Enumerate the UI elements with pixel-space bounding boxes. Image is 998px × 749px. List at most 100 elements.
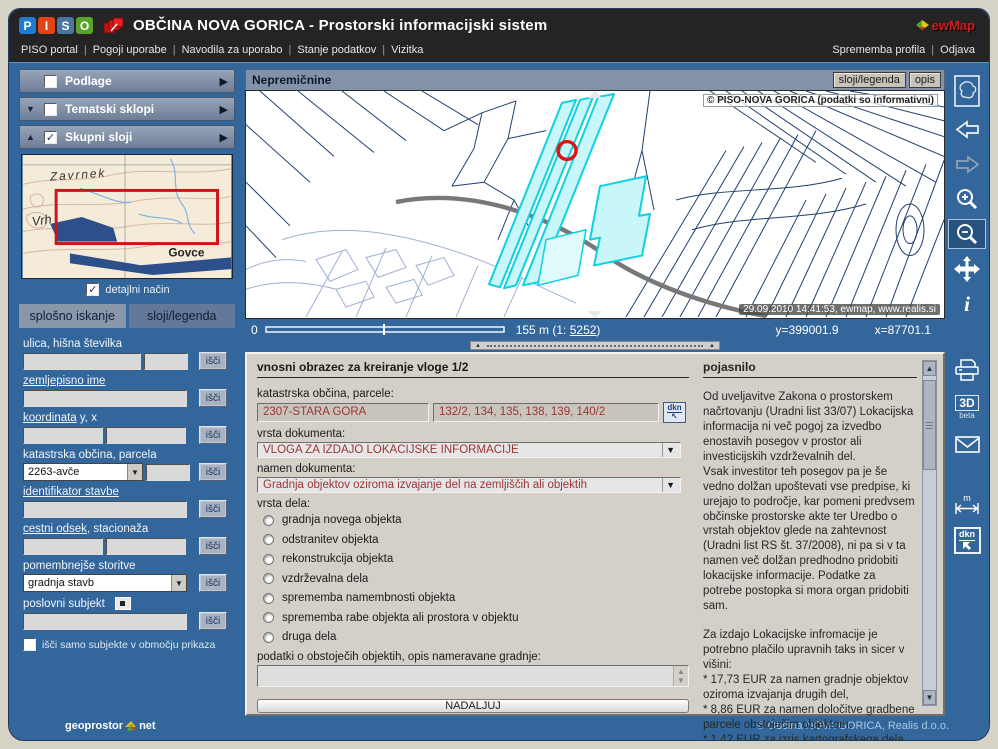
- radio-option-other-works[interactable]: druga dela: [263, 631, 689, 643]
- panel-tematski-sklopi[interactable]: ▼ Tematski sklopi ▶: [19, 97, 235, 121]
- geo-name-input[interactable]: [23, 390, 187, 407]
- services-select[interactable]: gradnja stavb ▼: [23, 574, 187, 592]
- area-only-checkbox[interactable]: [23, 638, 36, 651]
- overview-minimap[interactable]: Zavrnek Vrh Govce: [21, 154, 233, 279]
- zoom-out-tool[interactable]: [948, 219, 986, 249]
- radio-option-removal[interactable]: odstranitev objekta: [263, 534, 689, 546]
- back-tool[interactable]: [948, 114, 986, 144]
- details-textarea[interactable]: ▲ ▼: [257, 665, 689, 687]
- panel-podlage[interactable]: Podlage ▶: [19, 69, 235, 93]
- menu-piso-portal[interactable]: PISO portal: [21, 44, 78, 56]
- selected-parcels-highlight[interactable]: [489, 94, 650, 288]
- business-input[interactable]: [23, 613, 187, 630]
- explanation-scrollbar[interactable]: ▲ ▼: [922, 360, 937, 706]
- dropdown-arrow-icon[interactable]: ▼: [127, 464, 142, 480]
- map-collapse-top-handle[interactable]: [588, 91, 602, 98]
- doc-type-select[interactable]: VLOGA ZA IZDAJO LOKACIJSKE INFORMACIJE ▼: [257, 442, 681, 458]
- podlage-checkbox[interactable]: [44, 75, 57, 88]
- pan-tool[interactable]: [948, 254, 986, 284]
- radio-icon[interactable]: [263, 632, 274, 643]
- chevron-right-icon[interactable]: ▶: [220, 103, 228, 116]
- menu-stanje-podatkov[interactable]: Stanje podatkov: [297, 44, 376, 56]
- map-viewport[interactable]: © PISO-NOVA GORICA (podatki so informati…: [245, 90, 945, 319]
- cadastral-municipality-field[interactable]: 2307-STARA GORA: [257, 403, 429, 422]
- mail-tool[interactable]: [948, 429, 986, 459]
- search-cadastral-button[interactable]: išči: [199, 463, 227, 481]
- radio-option-new-build[interactable]: gradnja novega objekta: [263, 514, 689, 526]
- info-tool[interactable]: i: [948, 289, 986, 319]
- search-services-button[interactable]: išči: [199, 574, 227, 592]
- stationing-input[interactable]: [106, 538, 186, 555]
- dkn-tool[interactable]: dkn: [948, 524, 986, 556]
- scale-ratio-link[interactable]: 5252: [570, 323, 597, 337]
- map-collapse-bottom-handle[interactable]: [588, 311, 602, 318]
- collapse-up-icon[interactable]: ▲: [26, 132, 44, 142]
- skupni-sloji-checkbox[interactable]: [44, 131, 57, 144]
- menu-odjava[interactable]: Odjava: [940, 44, 975, 56]
- house-number-input[interactable]: [144, 353, 188, 370]
- cadastral-municipality-select[interactable]: 2263-avče ▼: [23, 463, 143, 481]
- radio-icon[interactable]: [263, 573, 274, 584]
- dropdown-arrow-icon[interactable]: ▼: [662, 478, 678, 492]
- parcels-field[interactable]: 132/2, 134, 135, 138, 139, 140/2: [433, 403, 659, 422]
- forward-tool[interactable]: [948, 149, 986, 179]
- business-info-icon[interactable]: [115, 597, 131, 610]
- zoom-in-tool[interactable]: [948, 184, 986, 214]
- panel-skupni-sloji[interactable]: ▲ Skupni sloji ▶: [19, 125, 235, 149]
- scroll-down-icon[interactable]: ▼: [923, 690, 936, 705]
- collapse-down-icon[interactable]: ▼: [26, 104, 44, 114]
- building-id-link[interactable]: identifikator stavbe: [23, 486, 119, 498]
- radio-icon[interactable]: [263, 612, 274, 623]
- street-input[interactable]: [23, 353, 141, 370]
- detail-mode-checkbox[interactable]: [86, 283, 99, 296]
- details-text[interactable]: [258, 666, 673, 686]
- measure-tool[interactable]: m: [948, 489, 986, 519]
- geo-name-link[interactable]: zemljepisno ime: [23, 375, 105, 387]
- scroll-down-icon[interactable]: ▼: [677, 676, 685, 685]
- description-button[interactable]: opis: [909, 72, 941, 88]
- continue-button[interactable]: NADALJUJ: [257, 699, 689, 713]
- search-road-button[interactable]: išči: [199, 537, 227, 555]
- dkn-select-button[interactable]: dkn ↖: [663, 402, 686, 423]
- search-street-button[interactable]: išči: [199, 352, 227, 370]
- search-building-button[interactable]: išči: [199, 500, 227, 518]
- search-coordinate-button[interactable]: išči: [199, 426, 227, 444]
- print-tool[interactable]: [948, 355, 986, 385]
- scroll-up-icon[interactable]: ▲: [923, 361, 936, 376]
- search-business-button[interactable]: išči: [199, 612, 227, 630]
- dropdown-arrow-icon[interactable]: ▼: [171, 575, 186, 591]
- chevron-right-icon[interactable]: ▶: [220, 131, 228, 144]
- radio-option-change-of-purpose[interactable]: sprememba namembnosti objekta: [263, 592, 689, 604]
- textarea-scrollbar[interactable]: ▲ ▼: [673, 666, 688, 686]
- radio-icon[interactable]: [263, 593, 274, 604]
- menu-pogoji-uporabe[interactable]: Pogoji uporabe: [93, 44, 167, 56]
- menu-vizitka[interactable]: Vizitka: [391, 44, 423, 56]
- tab-sloji-legenda[interactable]: sloji/legenda: [129, 304, 236, 328]
- road-section-input[interactable]: [23, 538, 103, 555]
- menu-sprememba-profila[interactable]: Sprememba profila: [832, 44, 925, 56]
- radio-icon[interactable]: [263, 554, 274, 565]
- parcel-number-input[interactable]: [146, 464, 190, 481]
- purpose-select[interactable]: Gradnja objektov oziroma izvajanje del n…: [257, 477, 681, 493]
- menu-navodila[interactable]: Navodila za uporabo: [182, 44, 283, 56]
- coordinate-y-input[interactable]: [23, 427, 103, 444]
- search-geo-name-button[interactable]: išči: [199, 389, 227, 407]
- radio-option-maintenance[interactable]: vzdrževalna dela: [263, 573, 689, 585]
- full-extent-tool[interactable]: [948, 73, 986, 109]
- coordinate-x-input[interactable]: [106, 427, 186, 444]
- building-id-input[interactable]: [23, 501, 187, 518]
- layers-legend-button[interactable]: sloji/legenda: [833, 72, 906, 88]
- radio-option-reconstruction[interactable]: rekonstrukcija objekta: [263, 553, 689, 565]
- radio-option-change-of-use[interactable]: sprememba rabe objekta ali prostora v ob…: [263, 612, 689, 624]
- horizontal-splitter-handle[interactable]: ▲ ▲: [470, 341, 720, 350]
- radio-icon[interactable]: [263, 515, 274, 526]
- geoprostor-logo[interactable]: geoprostor net: [65, 720, 156, 733]
- tab-splosno-iskanje[interactable]: splošno iskanje: [19, 304, 126, 328]
- cadastral-map[interactable]: [246, 91, 944, 318]
- radio-icon[interactable]: [263, 534, 274, 545]
- scrollbar-thumb[interactable]: [923, 380, 936, 470]
- scroll-up-icon[interactable]: ▲: [677, 667, 685, 676]
- tematski-checkbox[interactable]: [44, 103, 57, 116]
- chevron-right-icon[interactable]: ▶: [220, 75, 228, 88]
- coordinate-link[interactable]: koordinata: [23, 412, 77, 424]
